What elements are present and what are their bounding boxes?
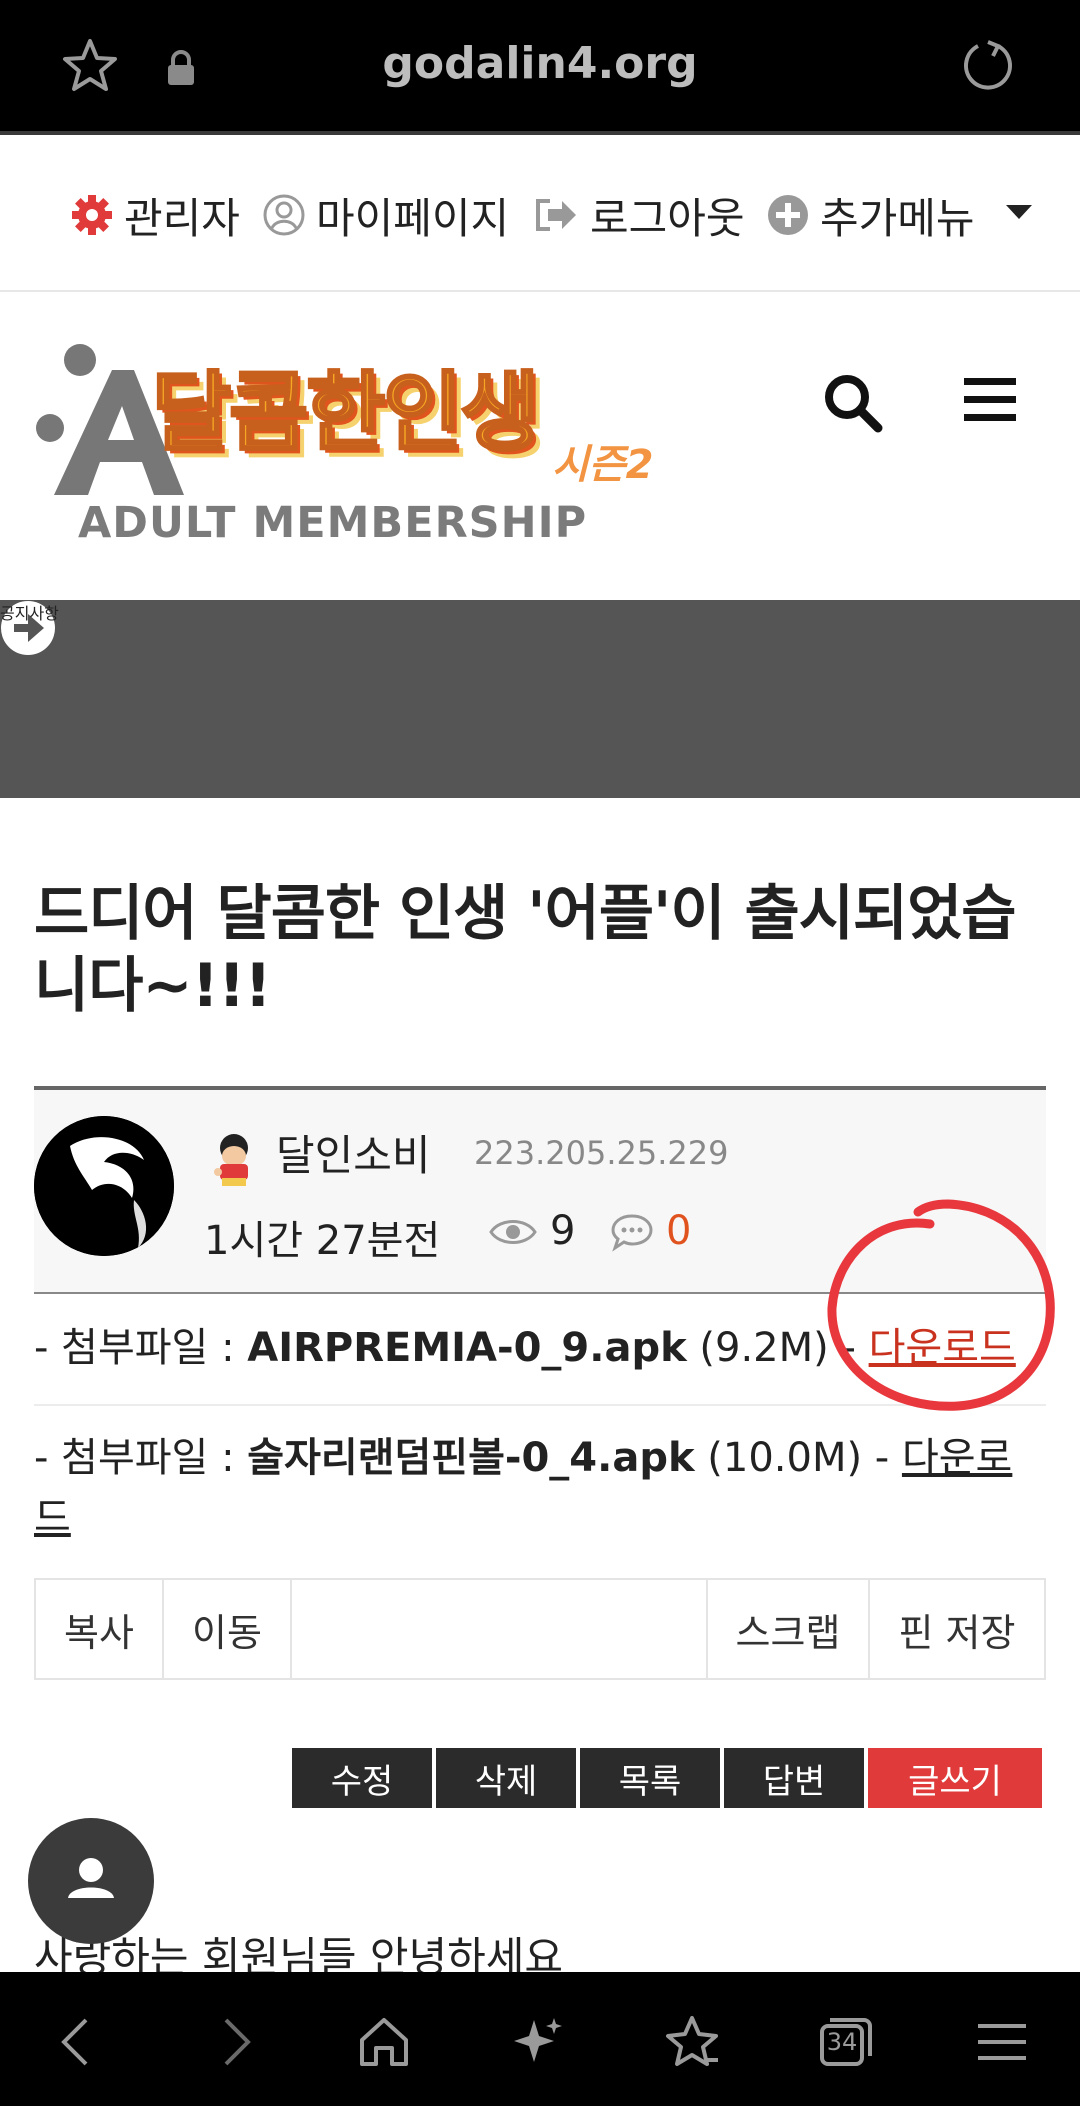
admin-label: 관리자 bbox=[124, 193, 240, 243]
section-header bbox=[0, 600, 1080, 798]
gear-icon bbox=[72, 195, 112, 235]
view-count: 9 bbox=[550, 1208, 576, 1254]
comment-count: 0 bbox=[666, 1208, 692, 1254]
site-logo[interactable]: 달콤한인생 시즌2 ADULT MEMBERSHIP bbox=[34, 340, 684, 555]
attachment-prefix: - 첨부파일 : bbox=[34, 1435, 248, 1481]
hamburger-menu-icon[interactable] bbox=[964, 376, 1016, 424]
home-icon[interactable] bbox=[354, 2012, 414, 2072]
address-bar-url[interactable]: godalin4.org bbox=[0, 38, 1080, 89]
mypage-label: 마이페이지 bbox=[316, 193, 510, 243]
user-icon bbox=[68, 1858, 114, 1898]
pin-save-button[interactable]: 핀 저장 bbox=[870, 1580, 1044, 1678]
forward-icon[interactable] bbox=[206, 2012, 266, 2072]
logo-subtitle: ADULT MEMBERSHIP bbox=[78, 498, 588, 548]
admin-menu-bar: 관리자 마이페이지 로그아웃 추가메뉴 bbox=[0, 135, 1080, 292]
edit-button[interactable]: 수정 bbox=[292, 1748, 432, 1808]
sparkle-icon[interactable] bbox=[508, 2012, 568, 2072]
scrap-button[interactable]: 스크랩 bbox=[708, 1580, 870, 1678]
plus-circle-icon bbox=[768, 195, 808, 235]
user-circle-icon bbox=[263, 194, 305, 236]
delete-button[interactable]: 삭제 bbox=[436, 1748, 576, 1808]
comment-icon bbox=[611, 1214, 653, 1252]
post-time: 1시간 27분전 bbox=[204, 1218, 441, 1264]
logout-link[interactable]: 로그아웃 bbox=[532, 187, 745, 243]
admin-link[interactable]: 관리자 bbox=[70, 187, 240, 243]
browser-bottom-nav: 34 bbox=[0, 1972, 1080, 2106]
post-buttons: 수정 삭제 목록 답변 글쓰기 bbox=[292, 1748, 1042, 1808]
back-icon[interactable] bbox=[46, 2012, 106, 2072]
chevron-down-icon[interactable] bbox=[1006, 205, 1032, 219]
reply-button[interactable]: 답변 bbox=[724, 1748, 864, 1808]
section-title: 공지사항 bbox=[0, 604, 59, 623]
floating-user-button[interactable] bbox=[28, 1818, 154, 1944]
tab-count: 34 bbox=[826, 2028, 858, 2056]
reload-icon[interactable] bbox=[960, 38, 1016, 94]
attachment-filename: 술자리랜덤핀볼-0_4.apk bbox=[247, 1435, 695, 1481]
mypage-link[interactable]: 마이페이지 bbox=[262, 187, 509, 243]
avatar[interactable] bbox=[34, 1116, 174, 1256]
browser-top-bar: godalin4.org bbox=[0, 0, 1080, 135]
logout-label: 로그아웃 bbox=[590, 193, 745, 243]
write-button[interactable]: 글쓰기 bbox=[868, 1748, 1042, 1808]
red-circle-annotation bbox=[827, 1199, 1055, 1411]
more-menu-label: 추가메뉴 bbox=[820, 193, 975, 243]
attachment-prefix: - 첨부파일 : bbox=[34, 1325, 248, 1371]
post-title: 드디어 달콤한 인생 '어플'이 출시되었습니다~!!! bbox=[34, 879, 1017, 1021]
copy-button[interactable]: 복사 bbox=[36, 1580, 164, 1678]
author-ip: 223.205.25.229 bbox=[474, 1134, 729, 1172]
attachment-filename: AIRPREMIA-0_9.apk bbox=[247, 1325, 687, 1371]
move-button[interactable]: 이동 bbox=[164, 1580, 292, 1678]
member-level-icon bbox=[214, 1134, 248, 1186]
more-menu-link[interactable]: 추가메뉴 bbox=[766, 187, 975, 243]
avatar-image bbox=[34, 1116, 174, 1256]
eye-icon bbox=[489, 1220, 537, 1244]
author-name[interactable]: 달인소비 bbox=[276, 1122, 431, 1183]
bookmarks-star-icon[interactable] bbox=[662, 2012, 722, 2072]
logo-season: 시즌2 bbox=[552, 442, 654, 488]
search-icon[interactable] bbox=[822, 372, 884, 434]
actions-spacer bbox=[292, 1580, 708, 1678]
list-button[interactable]: 목록 bbox=[580, 1748, 720, 1808]
post-actions-bar: 복사 이동 스크랩 핀 저장 bbox=[34, 1578, 1046, 1680]
attachment-row: - 첨부파일 : 술자리랜덤핀볼-0_4.apk (10.0M) - 다운로드 bbox=[34, 1428, 1046, 1548]
menu-icon[interactable] bbox=[972, 2012, 1032, 2072]
logout-icon bbox=[536, 199, 576, 231]
attachment-size: (10.0M) - bbox=[694, 1435, 902, 1481]
logo-title: 달콤한인생 bbox=[151, 362, 542, 465]
